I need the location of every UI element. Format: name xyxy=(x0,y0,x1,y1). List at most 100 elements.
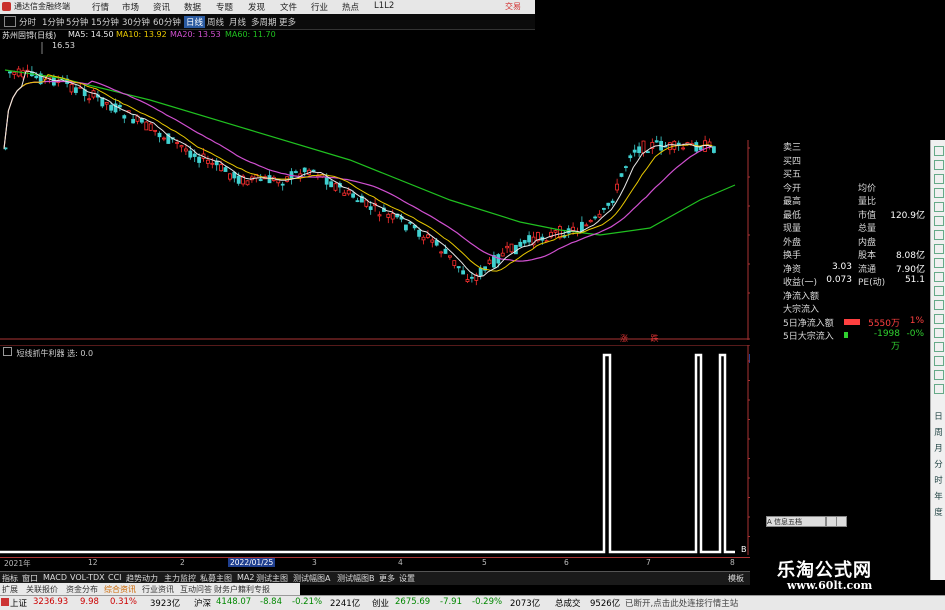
candle-body xyxy=(602,207,606,210)
candle-body xyxy=(329,181,334,188)
period-60min[interactable]: 60分钟 xyxy=(153,16,181,28)
tab-extend[interactable]: 扩展 xyxy=(2,584,18,595)
candle-body xyxy=(553,230,558,233)
trade-button[interactable]: 交易 xyxy=(505,1,521,12)
toolbar-icon[interactable] xyxy=(931,312,945,324)
menu-data[interactable]: 数据 xyxy=(184,1,201,13)
ma5-line xyxy=(3,70,713,278)
tab-industry-news[interactable]: 行业资讯 xyxy=(142,584,174,595)
candle-body xyxy=(403,224,408,231)
candle-body xyxy=(351,193,356,198)
toolbar-icon[interactable] xyxy=(931,368,945,380)
period-multi[interactable]: 多周期 xyxy=(251,16,277,28)
period-more[interactable]: 更多 xyxy=(279,16,296,28)
candle-body xyxy=(113,103,118,113)
candle-body xyxy=(197,156,202,163)
menu-hotspot[interactable]: 热点 xyxy=(342,1,359,13)
tab-finance-report[interactable]: 财务户籍利专报 xyxy=(214,584,270,595)
candle-body xyxy=(236,175,241,184)
toolbar-text-button[interactable]: 度 xyxy=(931,506,945,518)
toolbar-text-button[interactable]: 年 xyxy=(931,490,945,502)
quote-row-value: 120.9亿 xyxy=(890,210,925,221)
tab-template[interactable]: 模板 xyxy=(728,573,744,584)
period-toggle-icon[interactable] xyxy=(4,16,16,27)
menu-topics[interactable]: 专题 xyxy=(216,1,233,13)
tab-ma2[interactable]: MA2 xyxy=(237,573,254,582)
date-axis: 2021年 12 2 2022/01/25 3 4 5 6 7 8 xyxy=(0,557,750,570)
tab-more[interactable]: 更多 xyxy=(379,573,395,584)
cy-label[interactable]: 创业 xyxy=(372,597,389,609)
menu-news[interactable]: 资讯 xyxy=(153,1,170,13)
toolbar-icon[interactable] xyxy=(931,172,945,184)
status-market-icon xyxy=(1,598,9,606)
tab-general-news[interactable]: 综合资讯 xyxy=(104,584,136,595)
indicator-toggle-icon[interactable] xyxy=(3,347,12,356)
cy-value: 2675.69 xyxy=(395,597,431,607)
tab-vol-tdx[interactable]: VOL-TDX xyxy=(70,573,105,582)
period-30min[interactable]: 30分钟 xyxy=(122,16,150,28)
tab-cci[interactable]: CCI xyxy=(108,573,122,582)
toolbar-icon[interactable] xyxy=(931,354,945,366)
toolbar-text-button[interactable]: 日 xyxy=(931,410,945,422)
ma60-line xyxy=(4,69,736,236)
sh-label[interactable]: 上证 xyxy=(10,597,27,609)
tab-test-sub-b[interactable]: 测试幅图B xyxy=(337,573,375,584)
toolbar-icon[interactable] xyxy=(931,186,945,198)
period-daily[interactable]: 日线 xyxy=(184,16,206,28)
candle-body xyxy=(628,155,633,159)
menu-file[interactable]: 文件 xyxy=(280,1,297,13)
flow-bar xyxy=(844,318,860,325)
candle-body xyxy=(637,146,641,153)
period-weekly[interactable]: 周线 xyxy=(207,16,224,28)
tab-qa[interactable]: 互动问答 xyxy=(180,584,212,595)
candle-body xyxy=(698,146,703,151)
date-tick: 12 xyxy=(88,558,98,567)
candle-body xyxy=(443,248,448,254)
period-1min[interactable]: 1分钟 xyxy=(42,16,64,28)
tab-related[interactable]: 关联报价 xyxy=(26,584,58,595)
menu-market[interactable]: 市场 xyxy=(122,1,139,13)
tab-fund-dist[interactable]: 资金分布 xyxy=(66,584,98,595)
menu-industry[interactable]: 行业 xyxy=(311,1,328,13)
toolbar-icon[interactable] xyxy=(931,144,945,156)
mini-icon-b[interactable] xyxy=(836,516,847,527)
connection-notice[interactable]: 已断开,点击此处连接行情主站 xyxy=(625,597,738,609)
toolbar-icon[interactable] xyxy=(931,270,945,282)
menu-discover[interactable]: 发现 xyxy=(248,1,265,13)
period-monthly[interactable]: 月线 xyxy=(229,16,246,28)
toolbar-icon[interactable] xyxy=(931,340,945,352)
toolbar-text-button[interactable]: 周 xyxy=(931,426,945,438)
sz-label[interactable]: 沪深 xyxy=(194,597,211,609)
toolbar-icon[interactable] xyxy=(931,214,945,226)
candle-body xyxy=(646,151,650,154)
toolbar-icon[interactable] xyxy=(931,256,945,268)
watermark: 乐淘公式网 www.60lt.com xyxy=(765,556,935,596)
candle-body xyxy=(456,266,461,269)
toolbar-icon[interactable] xyxy=(931,298,945,310)
toolbar-icon[interactable] xyxy=(931,228,945,240)
date-tick: 3 xyxy=(312,558,317,567)
toolbar-icon[interactable] xyxy=(931,200,945,212)
period-intraday[interactable]: 分时 xyxy=(19,16,36,28)
toolbar-icon[interactable] xyxy=(931,158,945,170)
menu-quotes[interactable]: 行情 xyxy=(92,1,109,13)
period-5min[interactable]: 5分钟 xyxy=(66,16,88,28)
sz-change: -8.84 xyxy=(260,597,282,607)
tab-macd[interactable]: MACD xyxy=(43,573,67,582)
status-bar: 上证 3236.93 9.98 0.31% 3923亿 沪深 4148.07 -… xyxy=(0,595,945,610)
toolbar-icon[interactable] xyxy=(931,242,945,254)
toolbar-icon[interactable] xyxy=(931,326,945,338)
indicator-chart[interactable]: 0.960.900.800.700.600.500.400.300.200.10… xyxy=(0,345,750,555)
toolbar-icon[interactable] xyxy=(931,382,945,394)
toolbar-text-button[interactable]: 月 xyxy=(931,442,945,454)
menu-l1l2[interactable]: L1L2 xyxy=(374,1,394,11)
period-15min[interactable]: 15分钟 xyxy=(91,16,119,28)
info-5level-button[interactable]: A 信息五档 xyxy=(766,516,826,527)
quote-row-left-value: 0.073 xyxy=(826,275,852,285)
tab-settings[interactable]: 设置 xyxy=(399,573,415,584)
toolbar-text-button[interactable]: 分 xyxy=(931,458,945,470)
toolbar-icon[interactable] xyxy=(931,284,945,296)
candlestick-chart[interactable]: 13.0012.0011.0010.009.008.00 16.53 xyxy=(0,40,750,340)
candle-body xyxy=(522,240,527,244)
toolbar-text-button[interactable]: 时 xyxy=(931,474,945,486)
